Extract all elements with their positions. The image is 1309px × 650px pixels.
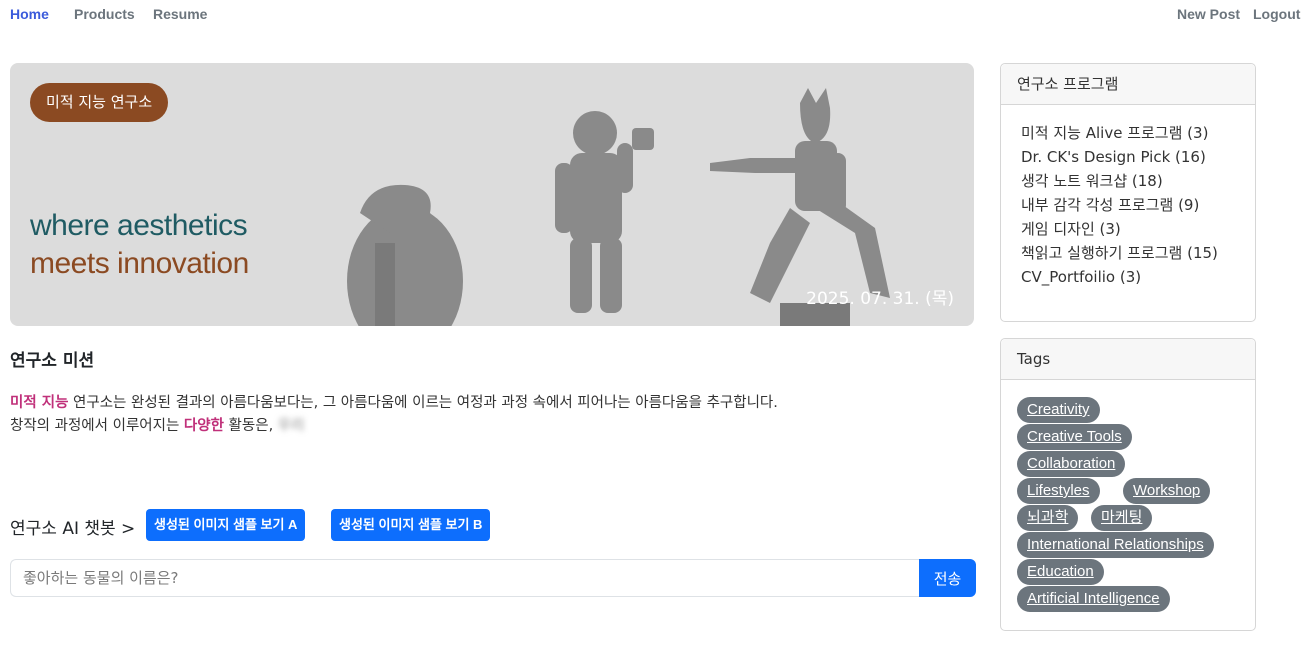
program-item[interactable]: 미적 지능 Alive 프로그램 (3) bbox=[1021, 121, 1255, 145]
astronaut-figurine bbox=[555, 111, 654, 313]
mission-text: 미적 지능 연구소는 완성된 결과의 아름다움보다는, 그 아름다움에 이르는 … bbox=[10, 392, 940, 438]
programs-card: 연구소 프로그램 미적 지능 Alive 프로그램 (3) Dr. CK's D… bbox=[1000, 63, 1256, 322]
nav-new-post-link[interactable]: New Post bbox=[1177, 6, 1240, 22]
chatbot-title: 연구소 AI 챗봇 > bbox=[10, 519, 136, 539]
mission-text-part1: 연구소는 완성된 결과의 아름다움보다는, 그 아름다움에 이르는 여정과 과정… bbox=[68, 395, 778, 411]
mission-text-part2: 창작의 과정에서 이루어지는 bbox=[10, 418, 184, 434]
program-item[interactable]: 내부 감각 각성 프로그램 (9) bbox=[1021, 193, 1255, 217]
nav-resume-link[interactable]: Resume bbox=[153, 6, 207, 22]
tag-education[interactable]: Education bbox=[1017, 559, 1104, 585]
tag-workshop[interactable]: Workshop bbox=[1123, 478, 1211, 504]
program-item[interactable]: 게임 디자인 (3) bbox=[1021, 217, 1255, 241]
program-item[interactable]: CV_Portfoilio (3) bbox=[1021, 265, 1255, 289]
nav-logout-link[interactable]: Logout bbox=[1253, 6, 1300, 22]
tag-international-relationships[interactable]: International Relationships bbox=[1017, 532, 1214, 558]
mission-highlight-diverse: 다양한 bbox=[183, 418, 224, 434]
hero-date: 2025. 07. 31. (목) bbox=[806, 289, 954, 309]
hero-badge: 미적 지능 연구소 bbox=[30, 83, 169, 122]
tag-lifestyles[interactable]: Lifestyles bbox=[1017, 478, 1100, 504]
tags-card-title: Tags bbox=[1001, 339, 1255, 380]
sample-image-b-button[interactable]: 생성된 이미지 샘플 보기 B bbox=[331, 509, 491, 541]
tag-creativity[interactable]: Creativity bbox=[1017, 397, 1100, 423]
hero-banner: 미적 지능 연구소 where aesthetics meets innovat… bbox=[10, 63, 974, 326]
sample-image-a-button[interactable]: 생성된 이미지 샘플 보기 A bbox=[146, 509, 306, 541]
mission-text-blurred: 우리 bbox=[277, 418, 305, 434]
tag-marketing[interactable]: 마케팅 bbox=[1091, 505, 1153, 531]
chatbot-send-button[interactable]: 전송 bbox=[919, 559, 976, 597]
tag-collaboration[interactable]: Collaboration bbox=[1017, 451, 1126, 477]
program-item[interactable]: 생각 노트 워크샵 (18) bbox=[1021, 169, 1255, 193]
hero-tagline-line1: where aesthetics bbox=[30, 209, 248, 242]
programs-list: 미적 지능 Alive 프로그램 (3) Dr. CK's Design Pic… bbox=[1001, 105, 1255, 289]
programs-card-title: 연구소 프로그램 bbox=[1001, 64, 1255, 105]
eagle-figurine bbox=[347, 184, 463, 326]
program-item[interactable]: 책읽고 실행하기 프로그램 (15) bbox=[1021, 241, 1255, 265]
hero-tagline-line2: meets innovation bbox=[30, 247, 249, 280]
program-item[interactable]: Dr. CK's Design Pick (16) bbox=[1021, 145, 1255, 169]
mission-title: 연구소 미션 bbox=[10, 351, 95, 371]
tag-brain-science[interactable]: 뇌과학 bbox=[1017, 505, 1079, 531]
top-nav: Home Products Resume New Post Logout bbox=[0, 0, 1309, 30]
tag-creative-tools[interactable]: Creative Tools bbox=[1017, 424, 1132, 450]
mission-text-part3: 활동은, bbox=[223, 418, 278, 434]
mission-highlight-aesthetic: 미적 지능 bbox=[10, 395, 69, 411]
nav-products-link[interactable]: Products bbox=[74, 6, 135, 22]
chatbot-input[interactable] bbox=[10, 559, 920, 597]
tags-card: Tags Creativity Creative Tools Collabora… bbox=[1000, 338, 1256, 631]
tag-artificial-intelligence[interactable]: Artificial Intelligence bbox=[1017, 586, 1170, 612]
nav-home-link[interactable]: Home bbox=[10, 6, 49, 22]
